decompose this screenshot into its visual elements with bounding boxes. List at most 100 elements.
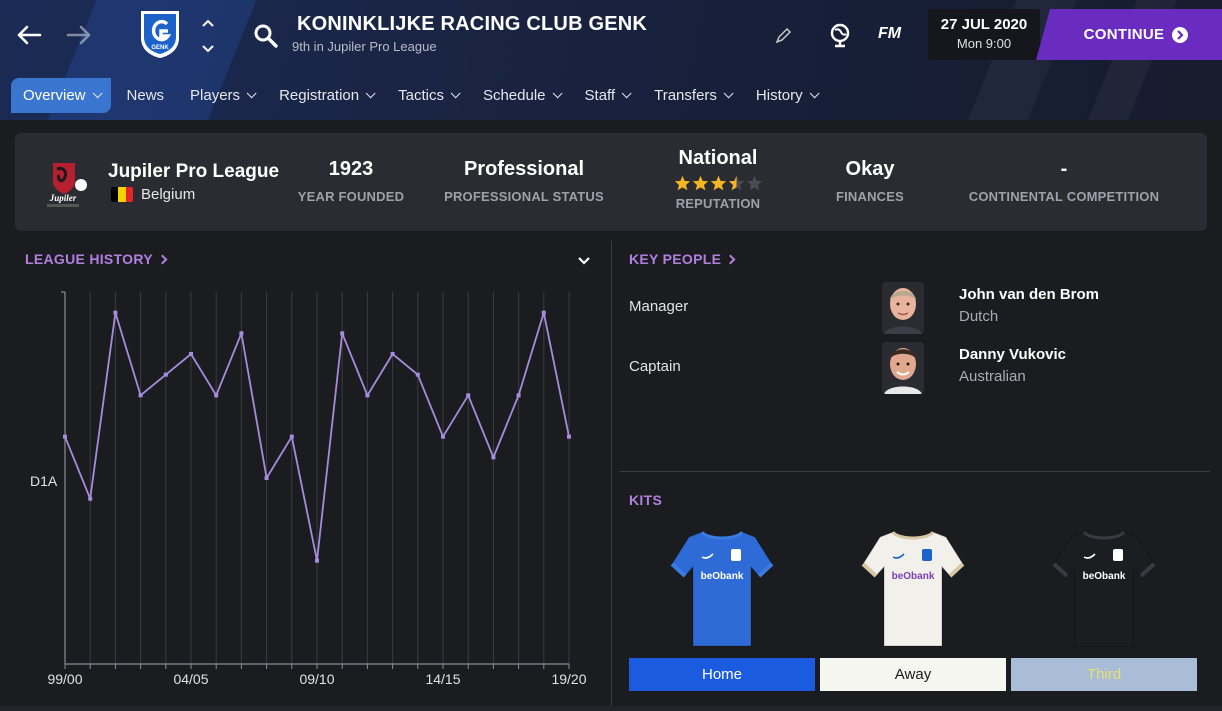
data-point <box>163 372 168 377</box>
belgium-flag-icon <box>111 187 133 202</box>
tab-label: Players <box>190 86 241 104</box>
tab-label: News <box>126 86 165 104</box>
key-person-role: Captain <box>629 358 681 375</box>
finances-value: Okay <box>845 158 895 180</box>
star-full-icon <box>674 175 690 191</box>
kit-away-shirt[interactable]: beObank <box>858 524 968 654</box>
tab-staff[interactable]: Staff <box>575 78 639 113</box>
tab-transfers[interactable]: Transfers <box>644 78 740 113</box>
chevron-down-icon <box>450 87 461 98</box>
captain-avatar[interactable] <box>882 342 924 394</box>
x-tick-label: 04/05 <box>173 671 208 687</box>
pencil-icon[interactable] <box>772 25 794 47</box>
kit-label: Away <box>894 666 932 683</box>
league-position: 9th in Jupiler Pro League <box>292 39 437 54</box>
star-half-icon <box>728 175 744 191</box>
time-text: Mon 9:00 <box>956 36 1012 51</box>
data-point <box>289 434 294 439</box>
game-date[interactable]: 27 JUL 2020 Mon 9:00 <box>928 9 1040 60</box>
year-founded-value: 1923 <box>328 158 374 180</box>
flag-stripe <box>125 187 133 202</box>
tab-registration[interactable]: Registration <box>269 78 382 113</box>
shirt-icon: beObank <box>861 530 965 647</box>
tab-label: Tactics <box>398 86 444 104</box>
data-point <box>138 393 143 398</box>
crest-text: GENK <box>151 45 169 51</box>
club-crest-icon[interactable]: GENK <box>138 8 182 60</box>
kit-third-shirt[interactable]: beObank <box>1049 524 1159 654</box>
chevron-right-icon <box>725 254 736 265</box>
back-arrow-icon[interactable] <box>12 18 46 52</box>
continue-button[interactable]: CONTINUE <box>1036 9 1222 60</box>
club-switcher[interactable] <box>198 18 218 54</box>
tab-tactics[interactable]: Tactics <box>388 78 467 113</box>
tab-news[interactable]: News <box>117 78 175 113</box>
league-logo-text: Jupiler <box>49 193 77 203</box>
data-point <box>466 393 471 398</box>
tab-schedule[interactable]: Schedule <box>473 78 569 113</box>
continue-label: CONTINUE <box>1083 26 1165 43</box>
club-header: GENK KONINKLIJKE RACING CLUB GENK 9th in… <box>0 0 1222 120</box>
key-person-name-link[interactable]: John van den Brom <box>959 286 1099 303</box>
reputation-label: REPUTATION <box>675 196 761 211</box>
country[interactable]: Belgium <box>111 186 195 203</box>
flag-stripe <box>118 187 126 202</box>
tab-label: Schedule <box>482 86 546 104</box>
kits-title: KITS <box>629 492 663 508</box>
kit-away-button[interactable]: Away <box>820 658 1006 691</box>
key-people-link[interactable]: KEY PEOPLE <box>629 251 736 267</box>
key-person-nationality: Australian <box>959 368 1026 385</box>
chevron-up-icon[interactable] <box>201 18 215 28</box>
league-history-title: LEAGUE HISTORY <box>25 251 153 267</box>
kit-home-button[interactable]: Home <box>629 658 815 691</box>
sponsor-text: beObank <box>892 571 935 582</box>
data-point <box>441 434 445 439</box>
tab-overview[interactable]: Overview <box>11 77 111 113</box>
star-full-icon <box>710 175 726 191</box>
league-history-link[interactable]: LEAGUE HISTORY <box>25 251 168 267</box>
professional-status-stat: Professional PROFESSIONAL STATUS <box>435 158 613 204</box>
tab-label: Transfers <box>654 86 717 104</box>
reputation-value: National <box>678 147 758 169</box>
data-point <box>516 393 521 398</box>
tab-label: History <box>755 86 803 104</box>
data-point <box>264 476 269 480</box>
professional-status-label: PROFESSIONAL STATUS <box>444 189 604 204</box>
year-founded-label: YEAR FOUNDED <box>297 189 405 204</box>
data-point <box>113 310 118 315</box>
shirt-icon: beObank <box>670 530 774 647</box>
tab-players[interactable]: Players <box>180 78 263 113</box>
data-point <box>541 310 546 315</box>
flag-stripe <box>111 187 119 202</box>
data-point <box>63 434 67 439</box>
data-point <box>214 393 219 398</box>
kit-third-button[interactable]: Third <box>1011 658 1197 691</box>
reputation-stars <box>655 175 781 191</box>
kit-home-shirt[interactable]: beObank <box>667 524 777 654</box>
sponsor-text: beObank <box>701 571 744 582</box>
key-person-manager[interactable]: Manager John van den Brom Dutch <box>629 280 1209 336</box>
fm-logo[interactable]: FM <box>878 25 901 43</box>
forward-arrow-icon[interactable] <box>62 18 96 52</box>
tab-history[interactable]: History <box>746 78 826 113</box>
professional-status-value: Professional <box>463 158 585 180</box>
kit-label: Third <box>1086 666 1122 683</box>
kit-label: Home <box>701 666 742 683</box>
reputation-stat: National REPUTATION <box>655 147 781 211</box>
continental-competition-value: - <box>1060 158 1068 180</box>
chevron-down-icon <box>809 87 820 98</box>
chevron-down-icon <box>621 87 632 98</box>
globe-icon[interactable] <box>826 21 854 49</box>
chevron-down-icon[interactable] <box>201 44 215 54</box>
key-person-name-link[interactable]: Danny Vukovic <box>959 346 1066 363</box>
navigation-tabs: Overview News Players Registration Tactics Sc… <box>11 77 832 113</box>
data-point <box>189 352 193 356</box>
continental-competition-stat: - CONTINENTAL COMPETITION <box>955 158 1173 204</box>
league-logo-icon[interactable]: Jupiler <box>37 159 89 209</box>
league-name-link[interactable]: Jupiler Pro League <box>108 161 279 183</box>
manager-avatar[interactable] <box>882 282 924 334</box>
arrow-right-icon <box>1172 26 1189 43</box>
chevron-down-icon[interactable] <box>576 254 592 268</box>
search-icon[interactable] <box>252 22 280 50</box>
key-person-captain[interactable]: Captain Danny Vukovic Australian <box>629 340 1209 396</box>
